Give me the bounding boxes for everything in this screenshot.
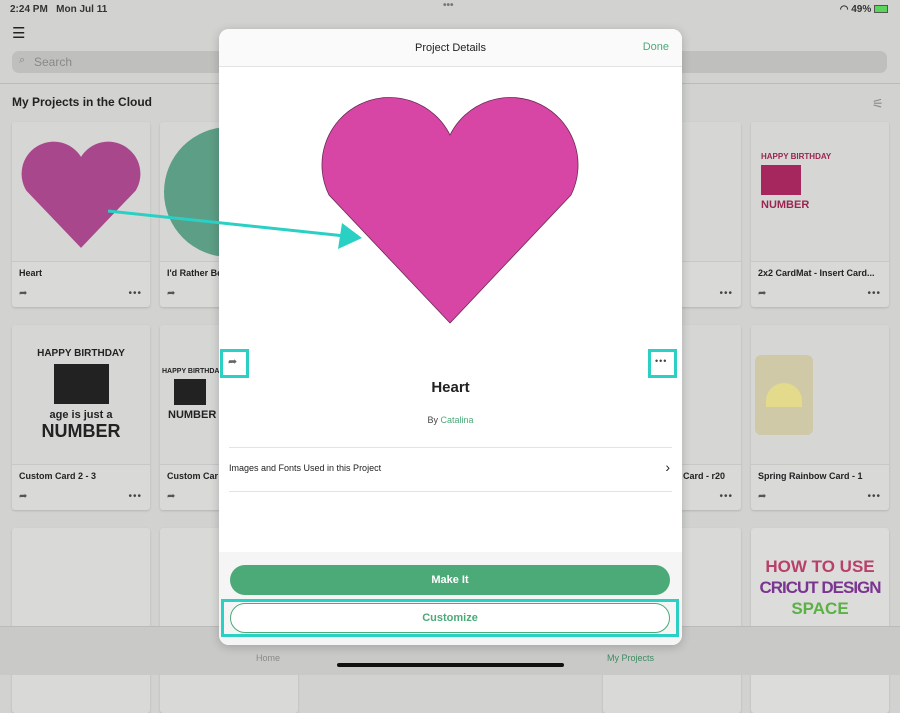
cake-image (53, 363, 109, 404)
card-title: Spring Rainbow Card - 1 (758, 471, 863, 481)
share-icon[interactable]: ➦ (758, 288, 766, 299)
project-name: Heart (431, 379, 470, 396)
customize-button[interactable]: Customize (230, 603, 670, 633)
menu-icon[interactable]: ☰ (12, 24, 25, 42)
thumb-text: CRICUT DESIGN (759, 578, 881, 597)
thumb-text: NUMBER (761, 199, 810, 211)
share-icon[interactable]: ➦ (19, 288, 27, 299)
chevron-right-icon: › (665, 459, 670, 475)
author-line: By Catalina (219, 415, 682, 425)
share-icon[interactable]: ➦ (228, 355, 237, 368)
card-title: Custom Card 2 - 3 (19, 471, 97, 481)
time: 2:24 PM (10, 4, 48, 15)
section-title: My Projects in the Cloud (12, 95, 153, 109)
multitask-dots[interactable]: ••• (443, 0, 454, 11)
more-icon[interactable]: ••• (655, 356, 667, 366)
more-icon[interactable]: ••• (719, 288, 733, 299)
thumb-text: age is just a (49, 408, 113, 421)
share-icon[interactable]: ➦ (167, 288, 175, 299)
card-title: Heart (19, 268, 43, 278)
wifi-icon: ◠ (839, 4, 849, 15)
filter-icon[interactable]: ⚟ (872, 96, 884, 112)
date: Mon Jul 11 (56, 4, 108, 15)
share-icon[interactable]: ➦ (19, 491, 27, 502)
project-card[interactable]: Heart ➦ ••• (12, 122, 150, 307)
thumbnail: HAPPY BIRTHDAY NUMBER (751, 122, 889, 262)
more-icon[interactable]: ••• (867, 288, 881, 299)
thumbnail: HOW TO USE CRICUT DESIGN SPACE (751, 528, 889, 619)
share-icon[interactable]: ➦ (758, 491, 766, 502)
more-icon[interactable]: ••• (719, 491, 733, 502)
more-icon[interactable]: ••• (867, 491, 881, 502)
divider (229, 491, 672, 492)
done-button[interactable]: Done (643, 41, 669, 53)
thumbnail (12, 122, 150, 262)
images-fonts-label: Images and Fonts Used in this Project (229, 463, 382, 473)
search-placeholder: Search (34, 55, 73, 69)
by-label: By (427, 415, 438, 425)
card-title: 2x2 CardMat - Insert Card... (758, 268, 875, 278)
project-card[interactable] (12, 528, 150, 713)
thumb-text: HAPPY BIRTHDAY (37, 347, 125, 359)
status-right: ◠ 49% (840, 4, 888, 15)
heart-thumbnail (21, 141, 141, 248)
cake-image (761, 165, 801, 195)
thumb-text: NUMBER (168, 409, 217, 421)
home-indicator (337, 663, 564, 667)
thumb-text: SPACE (791, 599, 849, 618)
battery-icon (874, 5, 888, 14)
modal-title: Project Details (415, 41, 486, 54)
share-icon[interactable]: ➦ (167, 491, 175, 502)
battery-percent: 49% (851, 4, 872, 15)
thumb-text: NUMBER (41, 420, 121, 441)
search-icon: ⌕ (19, 54, 26, 66)
project-card[interactable]: HOW TO USE CRICUT DESIGN SPACE (751, 528, 889, 713)
thumbnail (751, 325, 889, 465)
project-card[interactable]: HAPPY BIRTHDAY age is just a NUMBER Custom… (12, 325, 150, 510)
rainbow-image (755, 354, 813, 435)
cake-image (174, 379, 206, 405)
more-icon[interactable]: ••• (128, 491, 142, 502)
status-time: 2:24 PM Mon Jul 11 (10, 4, 107, 15)
project-card[interactable]: Spring Rainbow Card - 1 ➦ ••• (751, 325, 889, 510)
thumb-text: HOW TO USE (765, 557, 875, 576)
thumb-text: HAPPY BIRTHDAY (761, 152, 832, 161)
thumbnail: HAPPY BIRTHDAY age is just a NUMBER (12, 325, 150, 465)
make-it-button[interactable]: Make It (230, 565, 670, 595)
images-fonts-row[interactable]: Images and Fonts Used in this Project › (229, 448, 672, 492)
project-details-modal: Project Details Done ➦ ••• Heart By Catal… (219, 29, 682, 645)
project-card[interactable]: HAPPY BIRTHDAY NUMBER 2x2 CardMat - Inser… (751, 122, 889, 307)
more-icon[interactable]: ••• (128, 288, 142, 299)
tab-home[interactable]: Home (256, 653, 280, 663)
author-link[interactable]: Catalina (441, 415, 474, 425)
modal-footer: Make It Customize (219, 552, 682, 645)
modal-header: Project Details Done (219, 29, 682, 67)
thumb-text: HAPPY BIRTHDAY (162, 368, 224, 375)
heart-preview-image (321, 97, 579, 324)
tab-my-projects[interactable]: My Projects (607, 653, 654, 663)
